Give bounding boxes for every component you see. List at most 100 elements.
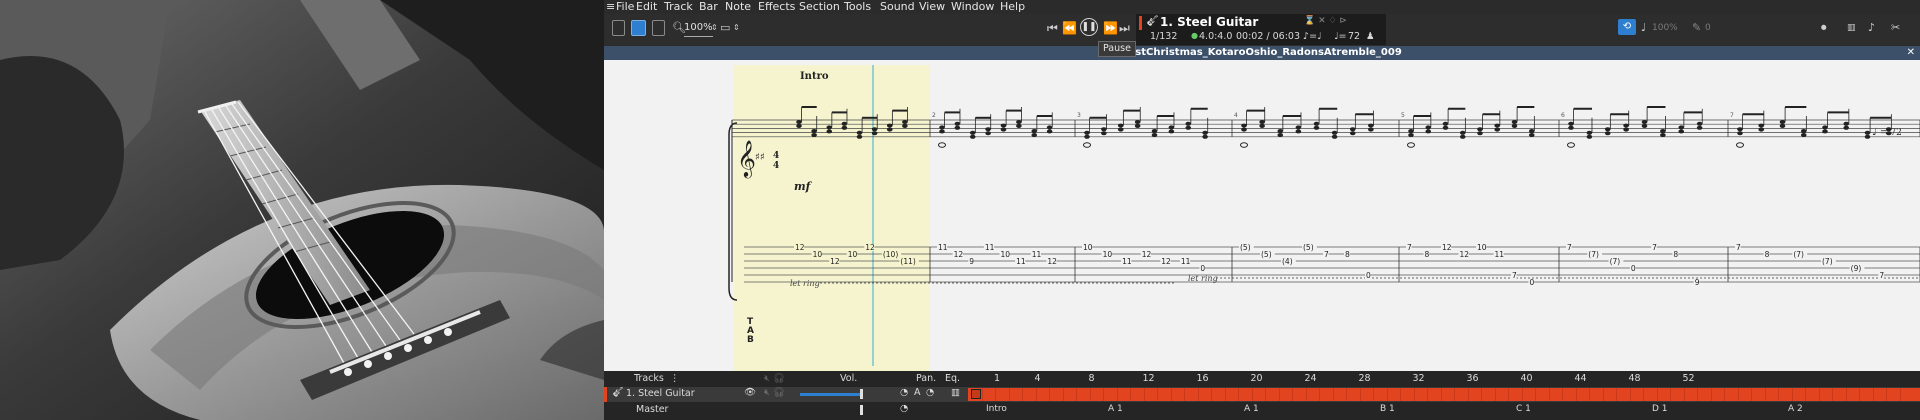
track-timeline-lane[interactable] <box>968 388 1920 401</box>
note-head[interactable] <box>1604 127 1611 132</box>
note-head[interactable] <box>1046 125 1053 130</box>
rewind-icon[interactable]: ⏪ <box>1062 20 1077 36</box>
note-head[interactable] <box>1117 127 1124 132</box>
tab-fret-number[interactable]: 9 <box>1695 278 1700 287</box>
note-head[interactable] <box>1459 134 1466 139</box>
note-head[interactable] <box>1259 124 1265 128</box>
note-head[interactable] <box>811 129 817 133</box>
note-head[interactable] <box>1349 131 1356 136</box>
note-head[interactable] <box>1696 121 1703 126</box>
note-head[interactable] <box>1442 125 1449 130</box>
note-head[interactable] <box>1046 129 1053 134</box>
timeline-bar-number[interactable]: 12 <box>1143 373 1155 384</box>
note-head[interactable] <box>841 121 848 126</box>
menu-section[interactable]: Section <box>799 0 840 14</box>
speed-value[interactable]: 100% <box>1652 20 1678 36</box>
section-marker-c1[interactable]: C 1 <box>1516 404 1531 414</box>
note-head[interactable] <box>1185 121 1192 126</box>
note-head[interactable] <box>969 130 976 135</box>
timeline-bar-number[interactable]: 28 <box>1359 373 1371 384</box>
track-row-steel-guitar[interactable]: 🎸︎ 1. Steel Guitar 👁︎ 🔇︎ 🎧︎ ◔ A ◔ ▥ <box>604 387 1920 402</box>
tab-fret-number[interactable]: 10 <box>1103 250 1113 259</box>
note-head[interactable] <box>1084 130 1090 135</box>
timeline-bar-number[interactable]: 40 <box>1521 373 1533 384</box>
note-head[interactable] <box>1134 120 1141 124</box>
visibility-eye-icon[interactable]: 👁︎ <box>744 387 756 398</box>
note-head[interactable] <box>1425 125 1432 130</box>
eq-bars-icon[interactable]: ▥ <box>951 387 960 398</box>
forward-icon[interactable]: ⏩ <box>1103 20 1118 36</box>
note-head[interactable] <box>1368 127 1374 132</box>
note-head[interactable] <box>939 129 945 134</box>
pan-knob-icon[interactable]: ◔ <box>900 387 908 398</box>
note-head[interactable] <box>856 134 863 139</box>
note-head[interactable] <box>1586 134 1593 139</box>
note-head[interactable] <box>1678 129 1685 134</box>
menu-effects[interactable]: Effects <box>758 0 795 14</box>
bass-note[interactable] <box>1567 142 1575 148</box>
note-head[interactable] <box>1885 131 1892 136</box>
tab-fret-number[interactable]: 0 <box>1530 278 1535 287</box>
note-head[interactable] <box>1758 123 1765 128</box>
tab-fret-number[interactable]: (5) <box>1261 250 1272 259</box>
tab-fret-number[interactable]: 10 <box>813 250 823 259</box>
note-head[interactable] <box>886 123 893 128</box>
note-head[interactable] <box>1151 133 1158 137</box>
note-head[interactable] <box>1477 131 1483 136</box>
note-head[interactable] <box>1641 124 1648 128</box>
tab-fret-number[interactable]: (7) <box>1610 257 1621 266</box>
bass-note[interactable] <box>1240 142 1248 148</box>
note-head[interactable] <box>1623 127 1629 132</box>
note-head[interactable] <box>1084 134 1090 139</box>
note-head[interactable] <box>1202 130 1208 135</box>
section-marker-b1[interactable]: B 1 <box>1380 404 1395 414</box>
section-marker-d1[interactable]: D 1 <box>1652 404 1668 414</box>
note-head[interactable] <box>1331 130 1338 135</box>
tab-fret-number[interactable]: 10 <box>1477 243 1487 252</box>
tab-fret-number[interactable]: 12 <box>1047 257 1057 266</box>
tab-fret-number[interactable]: 7 <box>1652 243 1657 252</box>
note-head[interactable] <box>1241 123 1247 128</box>
display-mode-icon[interactable]: ▭ <box>720 20 730 36</box>
tracks-menu-icon[interactable]: ⋮ <box>670 373 680 384</box>
close-document-icon[interactable]: ✕ <box>1907 46 1915 60</box>
note-head[interactable] <box>1168 129 1175 134</box>
note-head[interactable] <box>954 125 961 130</box>
menu-edit[interactable]: Edit <box>636 0 657 14</box>
note-head[interactable] <box>1660 129 1666 133</box>
master-pan-icon[interactable]: ◔ <box>900 403 908 414</box>
section-marker-intro[interactable]: Intro <box>986 404 1007 414</box>
note-head[interactable] <box>1822 125 1828 130</box>
note-head[interactable] <box>1313 121 1320 126</box>
tab-fret-number[interactable]: 12 <box>830 257 840 266</box>
tab-fret-number[interactable]: 10 <box>1083 243 1093 252</box>
track-mute-icons[interactable]: 🔇︎ 🎧︎ <box>764 387 785 398</box>
tab-fret-number[interactable]: 0 <box>1631 264 1636 273</box>
tab-fret-number[interactable]: (11) <box>900 257 915 266</box>
note-head[interactable] <box>1259 120 1265 124</box>
note-head[interactable] <box>871 127 878 132</box>
note-head[interactable] <box>1779 124 1786 128</box>
master-volume-handle[interactable] <box>860 405 863 415</box>
note-head[interactable] <box>1494 127 1501 132</box>
timeline-bar-number[interactable]: 52 <box>1683 373 1695 384</box>
note-head[interactable] <box>1822 129 1828 134</box>
tab-fret-number[interactable]: (7) <box>1793 250 1804 259</box>
note-head[interactable] <box>1000 123 1007 128</box>
tab-fret-number[interactable]: 12 <box>1460 250 1470 259</box>
section-marker-a1[interactable]: A 1 <box>1108 404 1123 414</box>
note-head[interactable] <box>1528 133 1535 137</box>
tab-fret-number[interactable]: 11 <box>1122 257 1132 266</box>
note-head[interactable] <box>1586 130 1593 135</box>
tab-fret-number[interactable]: 9 <box>969 257 974 266</box>
note-head[interactable] <box>886 127 893 132</box>
note-head[interactable] <box>1511 120 1518 124</box>
volume-handle[interactable] <box>860 389 863 399</box>
note-head[interactable] <box>796 124 802 128</box>
note-head[interactable] <box>1511 124 1518 128</box>
note-head[interactable] <box>1295 125 1302 130</box>
note-head[interactable] <box>1117 123 1124 128</box>
tab-fret-number[interactable]: 11 <box>1495 250 1505 259</box>
tab-fret-number[interactable]: 11 <box>1181 257 1191 266</box>
timeline-bar-number[interactable]: 44 <box>1575 373 1587 384</box>
